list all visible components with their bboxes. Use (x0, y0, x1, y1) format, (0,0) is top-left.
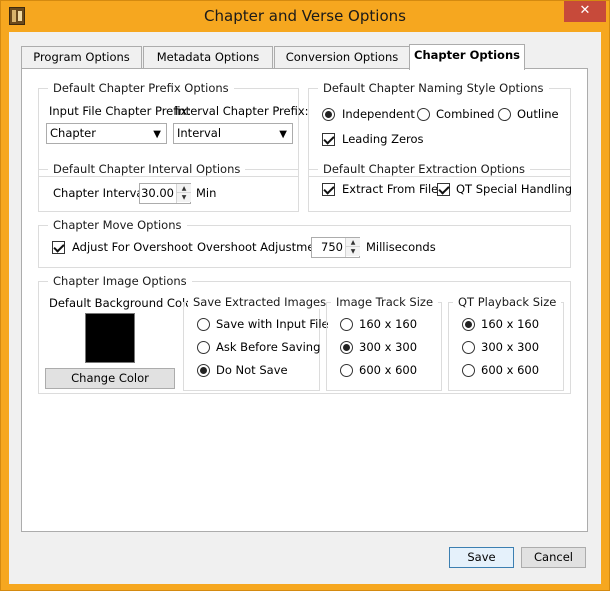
track-size-300-radio[interactable] (340, 341, 353, 354)
combined-radio[interactable] (417, 108, 430, 121)
options-window: Chapter and Verse Options ✕ Program Opti… (0, 0, 610, 591)
qt-size-300-radio[interactable] (462, 341, 475, 354)
do-not-save-label: Do Not Save (216, 363, 288, 377)
interval-prefix-label: Interval Chapter Prefix: (175, 104, 309, 118)
interval-options-group: Default Chapter Interval Options Chapter… (38, 162, 299, 212)
dialog-client: Program Options Metadata Options Convers… (9, 32, 601, 584)
overshoot-stepper[interactable]: 750 ▲ ▼ (311, 237, 360, 258)
ask-before-saving-radio[interactable] (197, 341, 210, 354)
qt-size-title: QT Playback Size (453, 295, 562, 309)
interval-prefix-value: Interval (177, 126, 222, 140)
track-size-title: Image Track Size (331, 295, 439, 309)
input-prefix-label: Input File Chapter Prefix: (49, 104, 192, 118)
image-options-group: Chapter Image Options Default Background… (38, 274, 571, 394)
track-size-group: Image Track Size 160 x 160 300 x 300 600… (326, 295, 442, 391)
prefix-group-title: Default Chapter Prefix Options (48, 81, 234, 95)
combined-label: Combined (436, 107, 495, 121)
qt-size-600-radio[interactable] (462, 364, 475, 377)
overshoot-unit-label: Milliseconds (366, 240, 436, 254)
adjust-overshoot-label: Adjust For Overshoot (72, 240, 193, 254)
qt-size-160-radio[interactable] (462, 318, 475, 331)
independent-label: Independent (342, 107, 415, 121)
tab-chapter-options[interactable]: Chapter Options (409, 44, 525, 70)
spin-down-icon[interactable]: ▼ (177, 193, 191, 202)
interval-group-title: Default Chapter Interval Options (48, 162, 246, 176)
leading-zeros-checkbox[interactable] (322, 133, 335, 146)
independent-radio[interactable] (322, 108, 335, 121)
spin-up-icon[interactable]: ▲ (346, 238, 360, 247)
image-group-title: Chapter Image Options (48, 274, 192, 288)
qt-special-handling-label: QT Special Handling (456, 182, 573, 196)
move-group-title: Chapter Move Options (48, 218, 187, 232)
chevron-down-icon: ▼ (153, 129, 161, 140)
qt-special-handling-checkbox[interactable] (437, 183, 450, 196)
extraction-options-group: Default Chapter Extraction Options Extra… (308, 162, 573, 212)
save-images-group: Save Extracted Images Save with Input Fi… (183, 295, 332, 391)
interval-unit-label: Min (196, 186, 217, 200)
ask-before-saving-label: Ask Before Saving (216, 340, 321, 354)
chapter-interval-stepper[interactable]: 30.00 ▲ ▼ (139, 183, 191, 204)
input-prefix-select[interactable]: Chapter ▼ (46, 123, 167, 144)
input-prefix-value: Chapter (50, 126, 96, 140)
chapter-options-panel: Default Chapter Prefix Options Input Fil… (21, 68, 588, 532)
save-with-input-radio[interactable] (197, 318, 210, 331)
extract-from-files-label: Extract From Files (342, 182, 445, 196)
bg-color-label: Default Background Color: (49, 296, 201, 310)
qt-size-300-label: 300 x 300 (481, 340, 540, 354)
outline-label: Outline (517, 107, 559, 121)
window-title: Chapter and Verse Options (204, 7, 406, 25)
qt-size-160-label: 160 x 160 (481, 317, 540, 331)
adjust-overshoot-checkbox[interactable] (52, 241, 65, 254)
track-size-300-label: 300 x 300 (359, 340, 418, 354)
track-size-160-radio[interactable] (340, 318, 353, 331)
qt-size-group: QT Playback Size 160 x 160 300 x 300 600… (448, 295, 564, 391)
save-images-title: Save Extracted Images (188, 295, 332, 309)
naming-group-title: Default Chapter Naming Style Options (318, 81, 549, 95)
chapter-interval-label: Chapter Interval: (53, 186, 151, 200)
qt-size-600-label: 600 x 600 (481, 363, 540, 377)
close-icon: ✕ (579, 3, 591, 18)
save-with-input-label: Save with Input File (216, 317, 329, 331)
close-button[interactable]: ✕ (564, 1, 606, 22)
extract-from-files-checkbox[interactable] (322, 183, 335, 196)
tab-metadata-options[interactable]: Metadata Options (143, 46, 273, 69)
spin-up-icon[interactable]: ▲ (177, 184, 191, 193)
outline-radio[interactable] (498, 108, 511, 121)
track-size-600-radio[interactable] (340, 364, 353, 377)
spin-down-icon[interactable]: ▼ (346, 247, 360, 256)
title-bar[interactable]: Chapter and Verse Options ✕ (1, 1, 609, 32)
extraction-group-title: Default Chapter Extraction Options (318, 162, 531, 176)
cancel-button[interactable]: Cancel (521, 547, 586, 568)
do-not-save-radio[interactable] (197, 364, 210, 377)
overshoot-value: 750 (321, 240, 343, 254)
bg-color-swatch (85, 313, 135, 363)
tab-conversion-options[interactable]: Conversion Options (274, 46, 410, 69)
leading-zeros-label: Leading Zeros (342, 132, 424, 146)
move-options-group: Chapter Move Options Adjust For Overshoo… (38, 218, 571, 268)
save-button[interactable]: Save (449, 547, 514, 568)
tab-program-options[interactable]: Program Options (21, 46, 142, 69)
change-color-button[interactable]: Change Color (45, 368, 175, 389)
chapter-interval-value: 30.00 (141, 186, 174, 200)
interval-prefix-select[interactable]: Interval ▼ (173, 123, 293, 144)
track-size-160-label: 160 x 160 (359, 317, 418, 331)
track-size-600-label: 600 x 600 (359, 363, 418, 377)
chevron-down-icon: ▼ (279, 129, 287, 140)
